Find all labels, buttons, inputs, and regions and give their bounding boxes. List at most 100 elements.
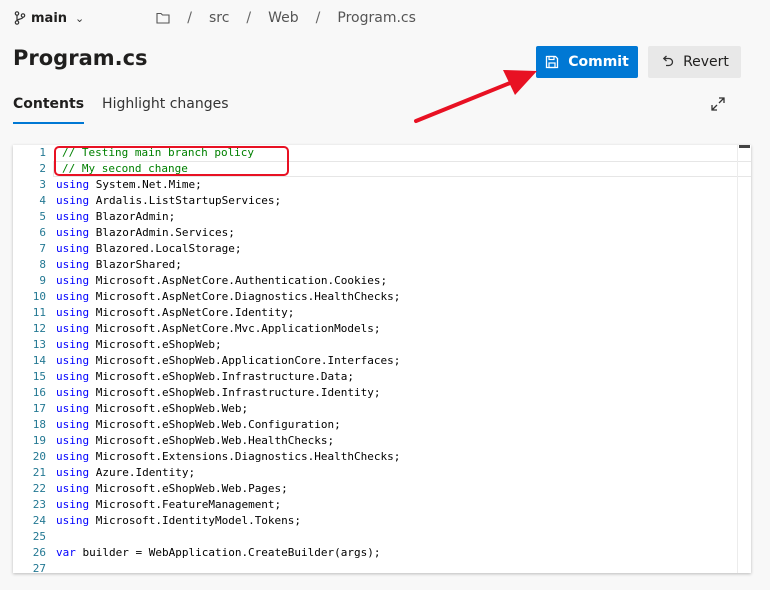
code-text: using Ardalis.ListStartupServices; bbox=[56, 193, 281, 209]
code-text: using Blazored.LocalStorage; bbox=[56, 241, 241, 257]
code-line: 16 using Microsoft.eShopWeb.Infrastructur… bbox=[13, 385, 751, 401]
line-number: 16 bbox=[32, 386, 46, 399]
code-line: 9 using Microsoft.AspNetCore.Authenticati… bbox=[13, 273, 751, 289]
code-text: using BlazorShared; bbox=[56, 257, 182, 273]
code-line: 13 using Microsoft.eShopWeb; bbox=[13, 337, 751, 353]
top-bar: main ⌄ / src / Web / Program.cs bbox=[0, 0, 770, 36]
line-number: 13 bbox=[32, 338, 46, 351]
tab-bar: Contents Highlight changes bbox=[13, 96, 247, 124]
line-number: 26 bbox=[32, 546, 46, 559]
code-line: 14 using Microsoft.eShopWeb.ApplicationCo… bbox=[13, 353, 751, 369]
code-line: 25 bbox=[13, 529, 751, 545]
line-number: 23 bbox=[32, 498, 46, 511]
commit-button[interactable]: Commit bbox=[536, 46, 638, 78]
code-keyword: using bbox=[56, 322, 90, 335]
code-line: 23 using Microsoft.FeatureManagement; bbox=[13, 497, 751, 513]
code-keyword: using bbox=[56, 386, 90, 399]
code-keyword: using bbox=[56, 242, 90, 255]
breadcrumb-separator: / bbox=[315, 10, 321, 26]
code-keyword: using bbox=[56, 274, 90, 287]
commit-button-label: Commit bbox=[568, 54, 629, 70]
code-rest: Microsoft.eShopWeb.Infrastructure.Data; bbox=[89, 370, 355, 383]
code-rest: Blazored.LocalStorage; bbox=[89, 242, 242, 255]
code-text: using Microsoft.AspNetCore.Authenticatio… bbox=[56, 273, 387, 289]
code-keyword: using bbox=[56, 290, 90, 303]
code-line: 20 using Microsoft.Extensions.Diagnostics… bbox=[13, 449, 751, 465]
code-text: using Microsoft.eShopWeb.Web; bbox=[56, 401, 248, 417]
code-rest: Microsoft.IdentityModel.Tokens; bbox=[89, 514, 302, 527]
chevron-down-icon: ⌄ bbox=[75, 11, 85, 25]
scrollbar-thumb[interactable] bbox=[739, 145, 750, 148]
code-rest: System.Net.Mime; bbox=[89, 178, 202, 191]
tab-contents[interactable]: Contents bbox=[13, 96, 85, 124]
code-keyword: using bbox=[56, 178, 90, 191]
code-rest: BlazorAdmin; bbox=[89, 210, 176, 223]
code-line: 21 using Azure.Identity; bbox=[13, 465, 751, 481]
code-text: using Microsoft.eShopWeb.Web.Pages; bbox=[56, 481, 288, 497]
line-number: 5 bbox=[39, 210, 46, 223]
code-line: 19 using Microsoft.eShopWeb.Web.HealthChe… bbox=[13, 433, 751, 449]
code-line: 18 using Microsoft.eShopWeb.Web.Configura… bbox=[13, 417, 751, 433]
editor-scrollbar[interactable] bbox=[737, 145, 751, 573]
code-keyword: using bbox=[56, 402, 90, 415]
breadcrumb: / src / Web / Program.cs bbox=[156, 10, 416, 26]
code-keyword: using bbox=[56, 194, 90, 207]
line-number: 18 bbox=[32, 418, 46, 431]
code-rest: Microsoft.eShopWeb.Web.HealthChecks; bbox=[89, 434, 335, 447]
code-text: using Microsoft.AspNetCore.Diagnostics.H… bbox=[56, 289, 400, 305]
code-editor[interactable]: 1// Testing main branch policy 2// My sec… bbox=[13, 145, 751, 573]
code-line: 27 bbox=[13, 561, 751, 573]
line-number: 2 bbox=[39, 162, 46, 175]
code-line: 7 using Blazored.LocalStorage; bbox=[13, 241, 751, 257]
line-number: 4 bbox=[39, 194, 46, 207]
line-number: 14 bbox=[32, 354, 46, 367]
breadcrumb-item-file[interactable]: Program.cs bbox=[337, 10, 416, 26]
expand-icon[interactable] bbox=[711, 97, 725, 111]
line-number: 7 bbox=[39, 242, 46, 255]
code-keyword: using bbox=[56, 338, 90, 351]
code-line: 6 using BlazorAdmin.Services; bbox=[13, 225, 751, 241]
revert-button[interactable]: Revert bbox=[648, 46, 741, 78]
line-number: 11 bbox=[32, 306, 46, 319]
line-number: 27 bbox=[32, 562, 46, 573]
change-highlight-box bbox=[54, 146, 289, 176]
code-rest: BlazorShared; bbox=[89, 258, 182, 271]
code-keyword: var bbox=[56, 546, 76, 559]
code-rest: Microsoft.AspNetCore.Identity; bbox=[89, 306, 295, 319]
code-text: using Microsoft.eShopWeb.ApplicationCore… bbox=[56, 353, 400, 369]
folder-icon[interactable] bbox=[156, 12, 170, 24]
breadcrumb-item-src[interactable]: src bbox=[209, 10, 229, 26]
code-keyword: using bbox=[56, 210, 90, 223]
breadcrumb-separator: / bbox=[246, 10, 252, 26]
code-rest: Ardalis.ListStartupServices; bbox=[89, 194, 282, 207]
tab-highlight-changes[interactable]: Highlight changes bbox=[102, 96, 228, 124]
line-number: 8 bbox=[39, 258, 46, 271]
code-rest: Azure.Identity; bbox=[89, 466, 196, 479]
code-line: 4 using Ardalis.ListStartupServices; bbox=[13, 193, 751, 209]
code-text: using BlazorAdmin.Services; bbox=[56, 225, 235, 241]
code-text: using BlazorAdmin; bbox=[56, 209, 175, 225]
breadcrumb-item-web[interactable]: Web bbox=[268, 10, 299, 26]
code-text: var builder = WebApplication.CreateBuild… bbox=[56, 545, 381, 561]
code-rest: Microsoft.eShopWeb; bbox=[89, 338, 222, 351]
code-line: 12 using Microsoft.AspNetCore.Mvc.Applica… bbox=[13, 321, 751, 337]
code-line: 24 using Microsoft.IdentityModel.Tokens; bbox=[13, 513, 751, 529]
code-rest: Microsoft.AspNetCore.Authentication.Cook… bbox=[89, 274, 388, 287]
code-line: 22 using Microsoft.eShopWeb.Web.Pages; bbox=[13, 481, 751, 497]
code-keyword: using bbox=[56, 370, 90, 383]
code-rest: builder = WebApplication.CreateBuilder(a… bbox=[75, 546, 381, 559]
code-line: 11 using Microsoft.AspNetCore.Identity; bbox=[13, 305, 751, 321]
line-number: 17 bbox=[32, 402, 46, 415]
line-number: 20 bbox=[32, 450, 46, 463]
code-keyword: using bbox=[56, 226, 90, 239]
branch-selector[interactable]: main ⌄ bbox=[14, 11, 84, 26]
undo-icon bbox=[662, 55, 674, 67]
code-rest: Microsoft.FeatureManagement; bbox=[89, 498, 282, 511]
code-text: using Microsoft.eShopWeb.Infrastructure.… bbox=[56, 385, 381, 401]
code-rest: Microsoft.eShopWeb.Web.Configuration; bbox=[89, 418, 341, 431]
line-number: 21 bbox=[32, 466, 46, 479]
line-number: 24 bbox=[32, 514, 46, 527]
code-line: 5 using BlazorAdmin; bbox=[13, 209, 751, 225]
code-rest: Microsoft.eShopWeb.Web; bbox=[89, 402, 249, 415]
branch-name: main bbox=[31, 10, 68, 26]
